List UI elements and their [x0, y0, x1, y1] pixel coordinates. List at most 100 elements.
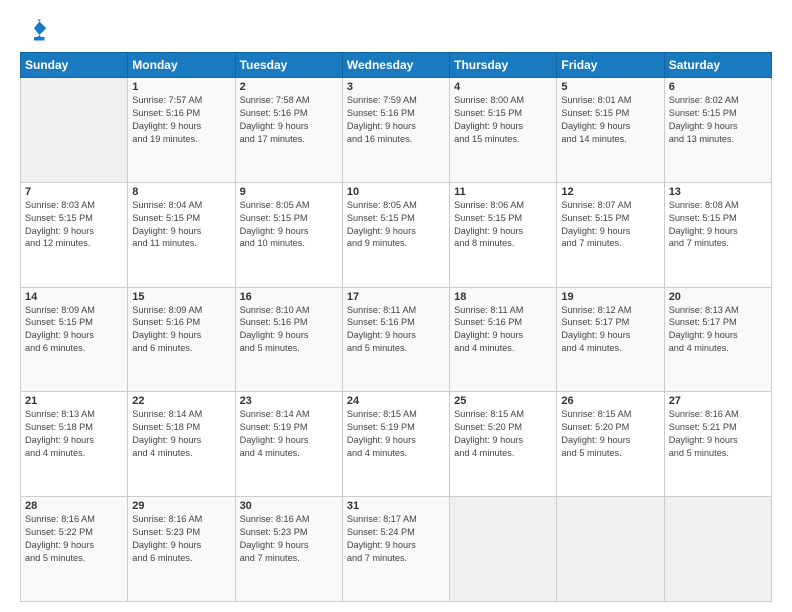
calendar-header-row: SundayMondayTuesdayWednesdayThursdayFrid… [21, 53, 772, 78]
calendar-week-row: 21Sunrise: 8:13 AMSunset: 5:18 PMDayligh… [21, 392, 772, 497]
calendar-cell: 8Sunrise: 8:04 AMSunset: 5:15 PMDaylight… [128, 182, 235, 287]
calendar-cell: 24Sunrise: 8:15 AMSunset: 5:19 PMDayligh… [342, 392, 449, 497]
weekday-header: Sunday [21, 53, 128, 78]
weekday-header: Tuesday [235, 53, 342, 78]
calendar-cell: 3Sunrise: 7:59 AMSunset: 5:16 PMDaylight… [342, 78, 449, 183]
calendar-cell: 14Sunrise: 8:09 AMSunset: 5:15 PMDayligh… [21, 287, 128, 392]
day-number: 2 [240, 81, 338, 93]
calendar-cell [557, 497, 664, 602]
calendar-cell: 1Sunrise: 7:57 AMSunset: 5:16 PMDaylight… [128, 78, 235, 183]
day-number: 28 [25, 500, 123, 512]
calendar-cell: 31Sunrise: 8:17 AMSunset: 5:24 PMDayligh… [342, 497, 449, 602]
calendar-cell: 28Sunrise: 8:16 AMSunset: 5:22 PMDayligh… [21, 497, 128, 602]
day-number: 29 [132, 500, 230, 512]
calendar-cell: 6Sunrise: 8:02 AMSunset: 5:15 PMDaylight… [664, 78, 771, 183]
calendar-cell: 11Sunrise: 8:06 AMSunset: 5:15 PMDayligh… [450, 182, 557, 287]
day-number: 23 [240, 395, 338, 407]
calendar-cell [450, 497, 557, 602]
calendar-cell [21, 78, 128, 183]
day-info: Sunrise: 8:13 AMSunset: 5:18 PMDaylight:… [25, 408, 123, 460]
day-number: 13 [669, 186, 767, 198]
calendar-cell: 18Sunrise: 8:11 AMSunset: 5:16 PMDayligh… [450, 287, 557, 392]
day-info: Sunrise: 8:07 AMSunset: 5:15 PMDaylight:… [561, 199, 659, 251]
calendar-cell [664, 497, 771, 602]
logo [20, 16, 52, 44]
calendar-cell: 19Sunrise: 8:12 AMSunset: 5:17 PMDayligh… [557, 287, 664, 392]
day-number: 10 [347, 186, 445, 198]
day-info: Sunrise: 8:04 AMSunset: 5:15 PMDaylight:… [132, 199, 230, 251]
day-info: Sunrise: 8:10 AMSunset: 5:16 PMDaylight:… [240, 304, 338, 356]
page: SundayMondayTuesdayWednesdayThursdayFrid… [0, 0, 792, 612]
day-info: Sunrise: 8:14 AMSunset: 5:18 PMDaylight:… [132, 408, 230, 460]
calendar-week-row: 1Sunrise: 7:57 AMSunset: 5:16 PMDaylight… [21, 78, 772, 183]
day-number: 27 [669, 395, 767, 407]
day-number: 21 [25, 395, 123, 407]
calendar-cell: 2Sunrise: 7:58 AMSunset: 5:16 PMDaylight… [235, 78, 342, 183]
day-info: Sunrise: 8:17 AMSunset: 5:24 PMDaylight:… [347, 513, 445, 565]
calendar-cell: 13Sunrise: 8:08 AMSunset: 5:15 PMDayligh… [664, 182, 771, 287]
day-number: 22 [132, 395, 230, 407]
day-info: Sunrise: 8:12 AMSunset: 5:17 PMDaylight:… [561, 304, 659, 356]
calendar-cell: 26Sunrise: 8:15 AMSunset: 5:20 PMDayligh… [557, 392, 664, 497]
weekday-header: Wednesday [342, 53, 449, 78]
calendar-week-row: 7Sunrise: 8:03 AMSunset: 5:15 PMDaylight… [21, 182, 772, 287]
calendar-week-row: 28Sunrise: 8:16 AMSunset: 5:22 PMDayligh… [21, 497, 772, 602]
logo-icon [20, 16, 48, 44]
calendar-cell: 16Sunrise: 8:10 AMSunset: 5:16 PMDayligh… [235, 287, 342, 392]
day-info: Sunrise: 8:11 AMSunset: 5:16 PMDaylight:… [347, 304, 445, 356]
day-info: Sunrise: 8:16 AMSunset: 5:23 PMDaylight:… [240, 513, 338, 565]
calendar-table: SundayMondayTuesdayWednesdayThursdayFrid… [20, 52, 772, 602]
header [20, 16, 772, 44]
calendar-cell: 22Sunrise: 8:14 AMSunset: 5:18 PMDayligh… [128, 392, 235, 497]
day-number: 9 [240, 186, 338, 198]
day-info: Sunrise: 8:08 AMSunset: 5:15 PMDaylight:… [669, 199, 767, 251]
day-number: 16 [240, 291, 338, 303]
calendar-cell: 7Sunrise: 8:03 AMSunset: 5:15 PMDaylight… [21, 182, 128, 287]
day-info: Sunrise: 8:16 AMSunset: 5:23 PMDaylight:… [132, 513, 230, 565]
day-info: Sunrise: 8:03 AMSunset: 5:15 PMDaylight:… [25, 199, 123, 251]
day-number: 17 [347, 291, 445, 303]
day-number: 5 [561, 81, 659, 93]
day-info: Sunrise: 8:00 AMSunset: 5:15 PMDaylight:… [454, 94, 552, 146]
weekday-header: Friday [557, 53, 664, 78]
calendar-cell: 30Sunrise: 8:16 AMSunset: 5:23 PMDayligh… [235, 497, 342, 602]
day-number: 20 [669, 291, 767, 303]
calendar-cell: 5Sunrise: 8:01 AMSunset: 5:15 PMDaylight… [557, 78, 664, 183]
calendar-cell: 15Sunrise: 8:09 AMSunset: 5:16 PMDayligh… [128, 287, 235, 392]
weekday-header: Thursday [450, 53, 557, 78]
day-number: 30 [240, 500, 338, 512]
day-number: 1 [132, 81, 230, 93]
day-info: Sunrise: 8:16 AMSunset: 5:21 PMDaylight:… [669, 408, 767, 460]
day-number: 7 [25, 186, 123, 198]
day-info: Sunrise: 8:16 AMSunset: 5:22 PMDaylight:… [25, 513, 123, 565]
day-info: Sunrise: 8:02 AMSunset: 5:15 PMDaylight:… [669, 94, 767, 146]
day-number: 11 [454, 186, 552, 198]
day-number: 19 [561, 291, 659, 303]
day-number: 6 [669, 81, 767, 93]
calendar-cell: 12Sunrise: 8:07 AMSunset: 5:15 PMDayligh… [557, 182, 664, 287]
day-number: 15 [132, 291, 230, 303]
calendar-cell: 20Sunrise: 8:13 AMSunset: 5:17 PMDayligh… [664, 287, 771, 392]
weekday-header: Saturday [664, 53, 771, 78]
day-info: Sunrise: 7:59 AMSunset: 5:16 PMDaylight:… [347, 94, 445, 146]
day-number: 8 [132, 186, 230, 198]
day-info: Sunrise: 7:57 AMSunset: 5:16 PMDaylight:… [132, 94, 230, 146]
calendar-cell: 4Sunrise: 8:00 AMSunset: 5:15 PMDaylight… [450, 78, 557, 183]
day-info: Sunrise: 8:15 AMSunset: 5:20 PMDaylight:… [454, 408, 552, 460]
day-number: 3 [347, 81, 445, 93]
calendar-cell: 21Sunrise: 8:13 AMSunset: 5:18 PMDayligh… [21, 392, 128, 497]
day-info: Sunrise: 8:05 AMSunset: 5:15 PMDaylight:… [347, 199, 445, 251]
day-info: Sunrise: 8:01 AMSunset: 5:15 PMDaylight:… [561, 94, 659, 146]
calendar-cell: 10Sunrise: 8:05 AMSunset: 5:15 PMDayligh… [342, 182, 449, 287]
day-info: Sunrise: 8:15 AMSunset: 5:20 PMDaylight:… [561, 408, 659, 460]
day-info: Sunrise: 8:05 AMSunset: 5:15 PMDaylight:… [240, 199, 338, 251]
day-info: Sunrise: 8:09 AMSunset: 5:15 PMDaylight:… [25, 304, 123, 356]
day-number: 31 [347, 500, 445, 512]
day-info: Sunrise: 8:14 AMSunset: 5:19 PMDaylight:… [240, 408, 338, 460]
calendar-week-row: 14Sunrise: 8:09 AMSunset: 5:15 PMDayligh… [21, 287, 772, 392]
calendar-cell: 25Sunrise: 8:15 AMSunset: 5:20 PMDayligh… [450, 392, 557, 497]
day-info: Sunrise: 8:09 AMSunset: 5:16 PMDaylight:… [132, 304, 230, 356]
day-number: 12 [561, 186, 659, 198]
day-number: 18 [454, 291, 552, 303]
calendar-cell: 27Sunrise: 8:16 AMSunset: 5:21 PMDayligh… [664, 392, 771, 497]
